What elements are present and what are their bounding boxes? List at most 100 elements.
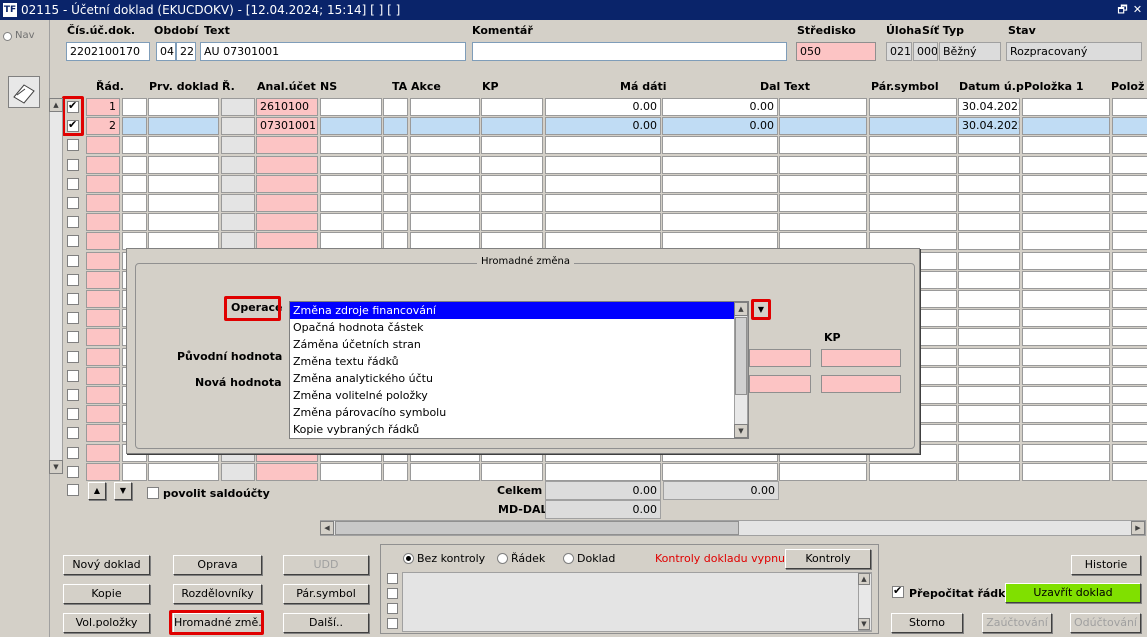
cell-r[interactable] — [221, 98, 255, 116]
cell-account[interactable] — [256, 136, 318, 154]
cell-item1[interactable] — [1022, 175, 1110, 193]
controls-vscroll[interactable]: ▲ ▼ — [858, 573, 872, 631]
cell-line[interactable] — [86, 290, 120, 308]
grid-hscroll[interactable]: ◀ ▶ — [320, 520, 1146, 536]
cell-item2[interactable] — [1112, 444, 1147, 462]
cell-line[interactable] — [86, 367, 120, 385]
close-icon[interactable]: ✕ — [1130, 2, 1145, 17]
cell-date[interactable]: 30.04.2022 — [958, 98, 1020, 116]
scroll-up-icon[interactable]: ▲ — [49, 98, 63, 112]
no-control-radio[interactable] — [403, 553, 414, 564]
operation-option[interactable]: Změna volitelné položky — [290, 387, 748, 404]
cell-kp[interactable] — [481, 117, 543, 135]
cell-pair-symbol[interactable] — [869, 463, 957, 481]
center-field[interactable]: 050 — [796, 42, 876, 61]
cell-action[interactable] — [410, 136, 480, 154]
cell-ns[interactable] — [320, 117, 382, 135]
cell-item2[interactable] — [1112, 309, 1147, 327]
cell-kp[interactable] — [481, 156, 543, 174]
cell-debit[interactable] — [545, 156, 661, 174]
row-checkbox[interactable] — [67, 351, 79, 363]
cell-date[interactable] — [958, 386, 1020, 404]
cell-ta[interactable] — [383, 156, 408, 174]
controls-row-checkbox[interactable] — [387, 603, 398, 614]
cell-r[interactable] — [221, 213, 255, 231]
text-field[interactable]: AU 07301001 — [200, 42, 466, 61]
cell-ns[interactable] — [320, 213, 382, 231]
operation-list[interactable]: Změna zdroje financování Opačná hodnota č… — [289, 301, 749, 439]
cell-ta[interactable] — [383, 175, 408, 193]
udd-button[interactable]: UDD — [283, 555, 369, 575]
unpost-button[interactable]: Odúčtování — [1070, 613, 1141, 633]
cell-pair-symbol[interactable] — [869, 117, 957, 135]
cell-text[interactable] — [779, 175, 867, 193]
cell-item2[interactable] — [1112, 463, 1147, 481]
cell-date[interactable] — [958, 271, 1020, 289]
cell-first-doc[interactable] — [148, 98, 219, 116]
cell-item2[interactable] — [1112, 252, 1147, 270]
cell-first-doc[interactable] — [148, 156, 219, 174]
cell-date[interactable] — [958, 194, 1020, 212]
cell-kp[interactable] — [481, 463, 543, 481]
cell-date[interactable] — [958, 136, 1020, 154]
distribution-button[interactable]: Rozdělovníky — [173, 584, 262, 604]
cell-line[interactable] — [86, 444, 120, 462]
pair-symbol-button[interactable]: Pár.symbol — [283, 584, 369, 604]
toolbar-tool-icon[interactable] — [8, 76, 40, 108]
cell-line[interactable] — [86, 175, 120, 193]
cell-flag[interactable] — [122, 117, 147, 135]
cell-item2[interactable] — [1112, 136, 1147, 154]
row-checkbox[interactable] — [67, 197, 79, 209]
operation-option[interactable]: Změna párovacího symbolu — [290, 404, 748, 421]
cell-date[interactable] — [958, 367, 1020, 385]
cell-credit[interactable] — [662, 136, 778, 154]
cell-account[interactable] — [256, 213, 318, 231]
cell-debit[interactable]: 0.00 — [545, 98, 661, 116]
cell-account[interactable]: 2610100 — [256, 98, 318, 116]
cell-item2[interactable] — [1112, 175, 1147, 193]
cell-date[interactable] — [958, 213, 1020, 231]
storno-button[interactable]: Storno — [891, 613, 963, 633]
cell-line[interactable]: 1 — [86, 98, 120, 116]
cell-flag[interactable] — [122, 98, 147, 116]
cell-item2[interactable] — [1112, 194, 1147, 212]
cell-ta[interactable] — [383, 117, 408, 135]
saldo-checkbox[interactable] — [147, 487, 159, 499]
cell-credit[interactable] — [662, 194, 778, 212]
cell-pair-symbol[interactable] — [869, 194, 957, 212]
cell-item2[interactable] — [1112, 424, 1147, 442]
cell-text[interactable] — [779, 194, 867, 212]
cell-debit[interactable] — [545, 213, 661, 231]
operation-list-vscroll[interactable]: ▲ ▼ — [734, 302, 748, 438]
row-checkbox[interactable] — [67, 466, 79, 478]
cell-pair-symbol[interactable] — [869, 136, 957, 154]
cell-flag[interactable] — [122, 156, 147, 174]
cell-pair-symbol[interactable] — [869, 156, 957, 174]
row-checkbox[interactable] — [67, 293, 79, 305]
correction-button[interactable]: Oprava — [173, 555, 262, 575]
cell-flag[interactable] — [122, 136, 147, 154]
cell-account[interactable] — [256, 194, 318, 212]
recalc-checkbox[interactable] — [892, 584, 904, 598]
cell-action[interactable] — [410, 98, 480, 116]
cell-item2[interactable] — [1112, 232, 1147, 250]
cell-line[interactable] — [86, 194, 120, 212]
cell-kp[interactable] — [481, 136, 543, 154]
period-year-field[interactable]: 22 — [176, 42, 196, 61]
operation-option[interactable]: Změna analytického účtu — [290, 370, 748, 387]
cell-item2[interactable] — [1112, 367, 1147, 385]
cell-credit[interactable] — [662, 156, 778, 174]
scroll-down-icon[interactable]: ▼ — [734, 424, 748, 438]
cell-ta[interactable] — [383, 213, 408, 231]
list-scroll-thumb[interactable] — [735, 317, 747, 395]
row-checkbox[interactable] — [67, 178, 79, 190]
cell-date[interactable] — [958, 444, 1020, 462]
cell-date[interactable] — [958, 309, 1020, 327]
operation-option[interactable]: Záměna účetních stran — [290, 336, 748, 353]
cell-line[interactable] — [86, 271, 120, 289]
original-value-field[interactable] — [749, 349, 811, 367]
cell-first-doc[interactable] — [148, 117, 219, 135]
cell-text[interactable] — [779, 98, 867, 116]
scroll-up-icon[interactable]: ▲ — [734, 302, 748, 316]
cell-item1[interactable] — [1022, 386, 1110, 404]
